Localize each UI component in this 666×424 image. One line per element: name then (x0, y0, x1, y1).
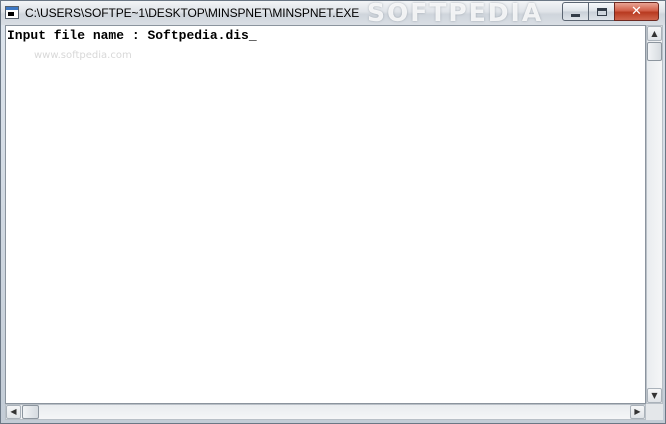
vertical-scrollbar[interactable]: ▲ ▼ (646, 25, 663, 404)
close-icon: ✕ (631, 4, 642, 19)
horizontal-scrollbar[interactable]: ◀ ▶ (5, 404, 646, 420)
scroll-left-icon[interactable]: ◀ (6, 405, 21, 419)
window-title: C:\USERS\SOFTPE~1\DESKTOP\MINSPNET\MINSP… (25, 6, 360, 20)
maximize-button[interactable] (588, 2, 615, 21)
minimize-button[interactable] (562, 2, 589, 21)
title-bar[interactable]: C:\USERS\SOFTPE~1\DESKTOP\MINSPNET\MINSP… (1, 1, 665, 25)
scrollbar-corner (646, 404, 663, 420)
console-window: C:\USERS\SOFTPE~1\DESKTOP\MINSPNET\MINSP… (0, 0, 666, 424)
softpedia-watermark: SOFTPEDIA (367, 1, 544, 25)
text-cursor: _ (248, 28, 257, 43)
scroll-down-icon[interactable]: ▼ (647, 388, 662, 403)
prompt-label: Input file name : (7, 28, 148, 43)
console-app-icon[interactable] (5, 6, 19, 19)
maximize-icon (596, 7, 607, 16)
input-file-name-value[interactable]: Softpedia.dis (147, 28, 248, 43)
close-button[interactable]: ✕ (614, 2, 659, 21)
softpedia-url-watermark: www.softpedia.com (34, 50, 132, 61)
vertical-scroll-thumb[interactable] (647, 42, 662, 61)
console-output-area[interactable]: Input file name : Softpedia.dis_ www.sof… (5, 25, 646, 404)
console-prompt-line: Input file name : Softpedia.dis_ (7, 28, 257, 43)
scroll-right-icon[interactable]: ▶ (630, 405, 645, 419)
horizontal-scroll-thumb[interactable] (22, 405, 39, 419)
scroll-up-icon[interactable]: ▲ (647, 26, 662, 41)
minimize-icon (571, 14, 580, 17)
